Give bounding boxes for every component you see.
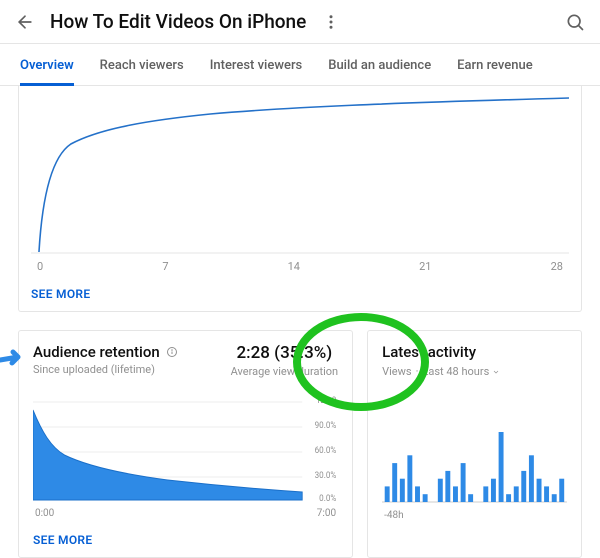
overview-x-tick: 28	[551, 260, 563, 273]
see-more-link[interactable]: SEE MORE	[31, 287, 569, 301]
info-icon[interactable]	[166, 346, 178, 358]
tab-interest-viewers[interactable]: Interest viewers	[210, 58, 303, 85]
latest-range-dropdown[interactable]: Last 48 hours	[422, 365, 500, 378]
overview-x-tick: 21	[419, 260, 431, 273]
overview-x-ticks: 0 7 14 21 28	[31, 258, 569, 273]
ret-x-tick-end: 7:00	[317, 508, 336, 519]
ret-y-tick: 0.0%	[319, 494, 336, 502]
ret-y-tick: 120.0	[316, 396, 336, 407]
tab-build-audience[interactable]: Build an audience	[328, 58, 431, 85]
avg-view-duration-value: 2:28 (35.3%)	[231, 343, 338, 363]
audience-retention-card: Audience retention Since uploaded (lifet…	[18, 330, 353, 558]
tabs-row: Overview Reach viewers Interest viewers …	[0, 44, 600, 86]
tab-earn-revenue[interactable]: Earn revenue	[457, 58, 533, 85]
overview-x-tick: 14	[288, 260, 300, 273]
overview-x-tick: 7	[162, 260, 168, 273]
latest-bar-chart	[382, 414, 567, 504]
overview-line-chart	[31, 94, 569, 254]
chevron-down-icon	[492, 368, 500, 376]
tab-reach-viewers[interactable]: Reach viewers	[100, 58, 184, 85]
back-arrow-icon[interactable]	[14, 11, 36, 33]
retention-area-chart: 120.0 90.0% 60.0% 30.0% 0.0%	[33, 392, 338, 502]
page-title: How To Edit Videos On iPhone	[50, 10, 306, 33]
latest-x-tick-start: -48h	[384, 510, 404, 521]
search-icon[interactable]	[564, 11, 586, 33]
ret-y-tick: 30.0%	[315, 471, 337, 482]
more-vert-icon[interactable]	[320, 11, 342, 33]
latest-activity-card: Latest activity Views · Last 48 hours -4…	[367, 330, 582, 558]
latest-sub-prefix: Views	[382, 365, 411, 378]
avg-view-duration-label: Average view duration	[231, 365, 338, 378]
overview-chart-card: 0 7 14 21 28 SEE MORE	[18, 86, 582, 312]
retention-title: Audience retention	[33, 343, 160, 361]
overview-x-tick: 0	[37, 260, 43, 273]
ret-y-tick: 60.0%	[315, 446, 337, 457]
retention-subtitle: Since uploaded (lifetime)	[33, 363, 178, 376]
tab-overview[interactable]: Overview	[20, 58, 74, 86]
see-more-link[interactable]: SEE MORE	[33, 533, 338, 547]
latest-title: Latest activity	[382, 343, 567, 361]
ret-y-tick: 90.0%	[315, 421, 337, 432]
ret-x-tick-start: 0:00	[35, 508, 54, 519]
